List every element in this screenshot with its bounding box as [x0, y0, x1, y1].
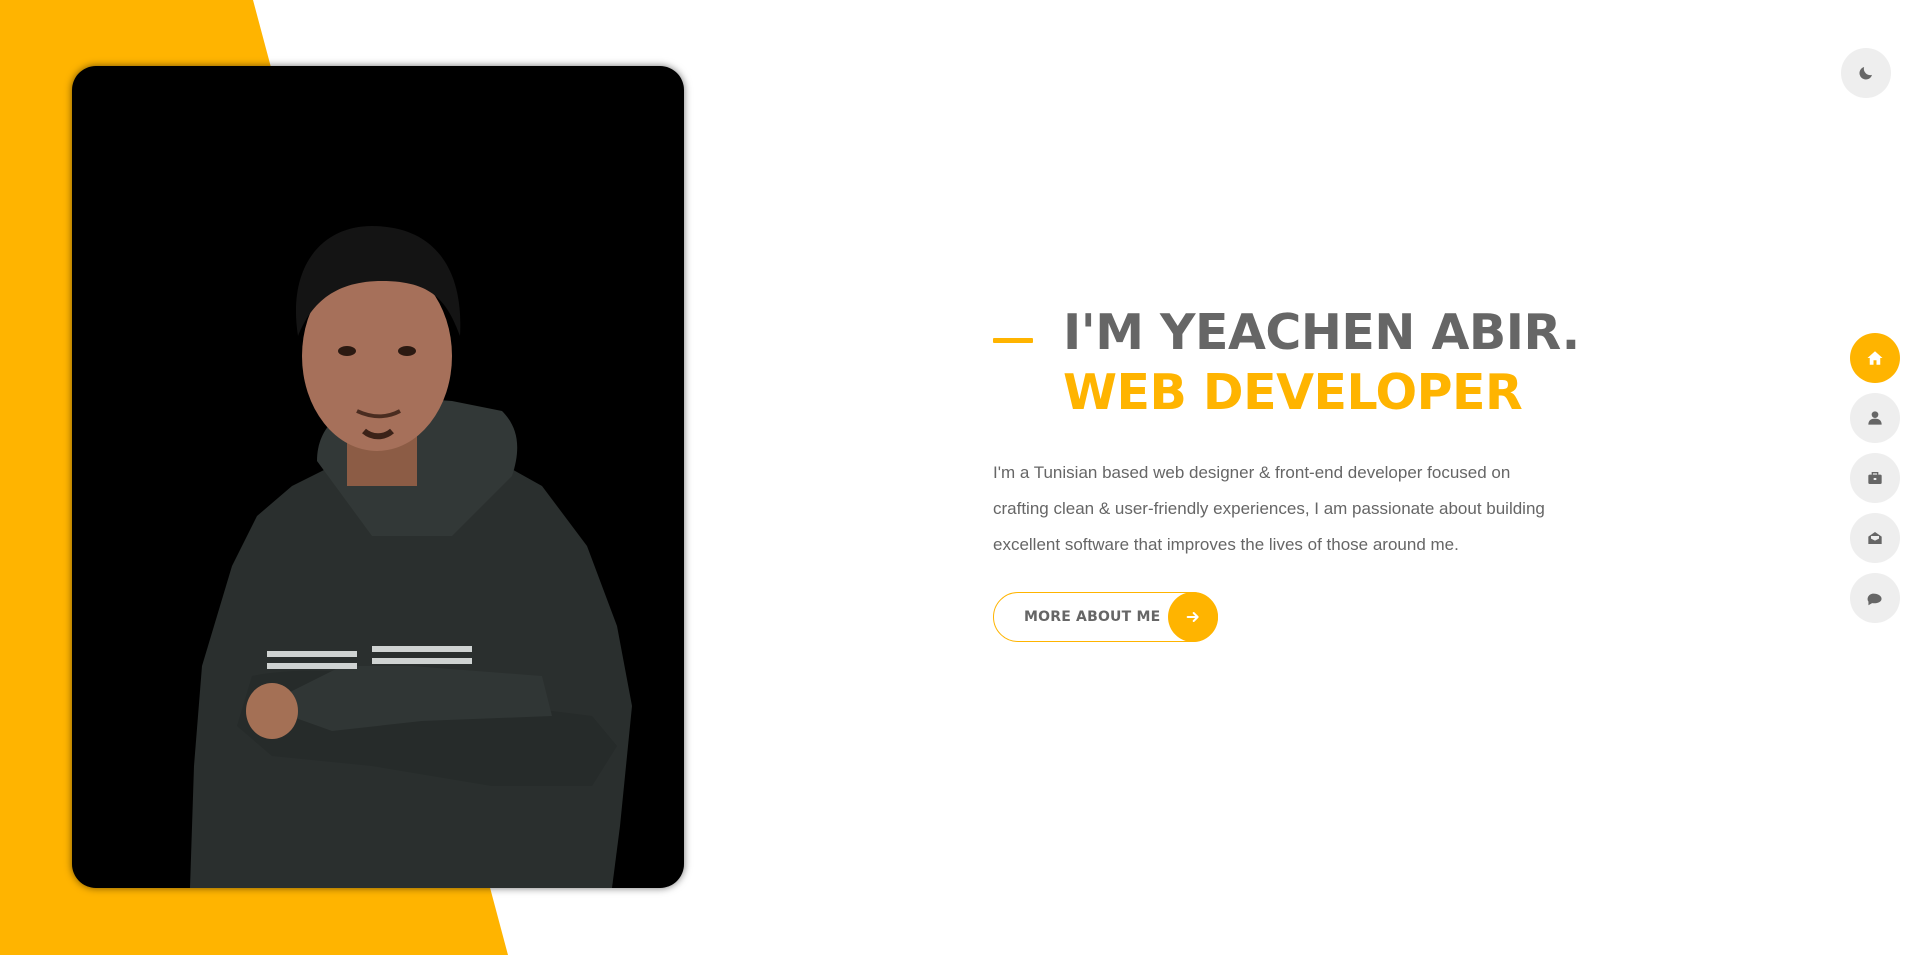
- nav-item-contact[interactable]: [1850, 513, 1900, 563]
- profile-photo: [72, 66, 684, 888]
- hero-role: WEB DEVELOPER: [1063, 364, 1523, 421]
- title-accent-line: [993, 338, 1033, 343]
- home-icon: [1867, 351, 1883, 365]
- more-about-me-button[interactable]: MORE ABOUT ME: [993, 592, 1218, 642]
- moon-icon: [1859, 67, 1872, 80]
- profile-photo-illustration: [190, 226, 632, 888]
- hero-intro: I'm a Tunisian based web designer & fron…: [993, 463, 1545, 554]
- comments-icon: [1867, 593, 1882, 606]
- user-icon: [1868, 411, 1882, 425]
- arrow-right-icon: [1168, 592, 1218, 642]
- envelope-open-icon: [1868, 532, 1882, 544]
- briefcase-icon: [1868, 472, 1882, 484]
- hero-name: I'M YEACHEN ABIR.: [1063, 304, 1580, 361]
- side-navigation: [1850, 333, 1902, 633]
- theme-toggle-button[interactable]: [1841, 48, 1891, 98]
- nav-item-portfolio[interactable]: [1850, 453, 1900, 503]
- more-about-me-label: MORE ABOUT ME: [1024, 609, 1161, 625]
- nav-item-about[interactable]: [1850, 393, 1900, 443]
- nav-item-blog[interactable]: [1850, 573, 1900, 623]
- nav-item-home[interactable]: [1850, 333, 1900, 383]
- hero-title: I'M YEACHEN ABIR. WEB DEVELOPER: [1063, 303, 1580, 423]
